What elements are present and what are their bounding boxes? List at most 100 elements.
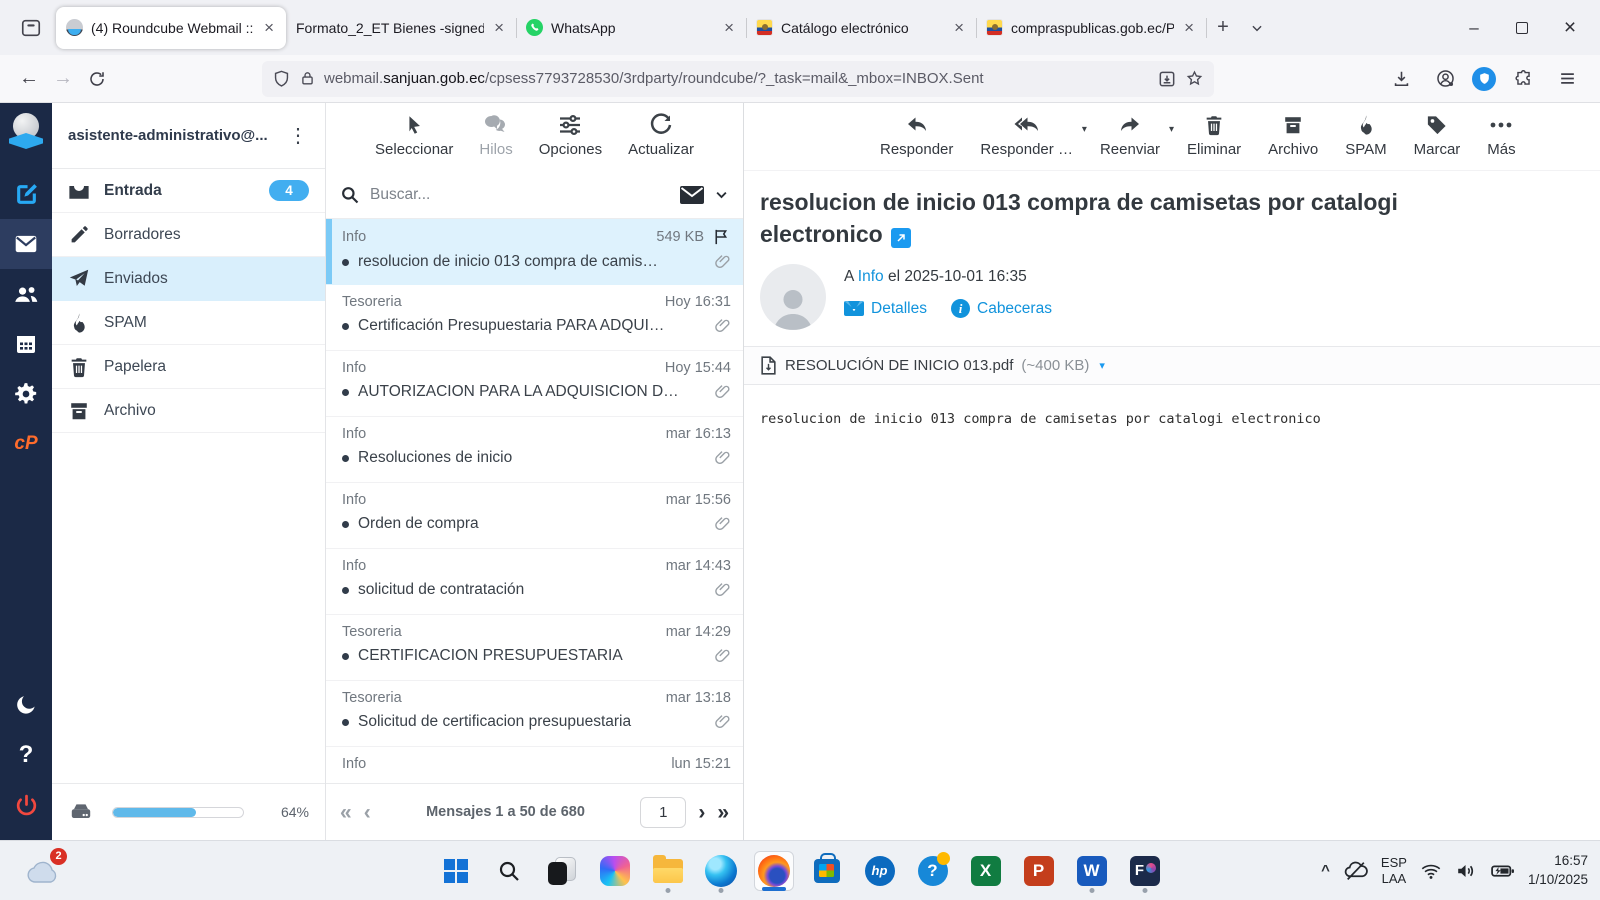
window-close-button[interactable]: × bbox=[1546, 0, 1594, 55]
extensions-puzzle-icon[interactable] bbox=[1506, 62, 1540, 96]
dark-mode-moon-icon[interactable] bbox=[0, 680, 52, 730]
tab-close-icon[interactable]: × bbox=[492, 18, 506, 38]
help-icon[interactable]: ? bbox=[0, 730, 52, 780]
downloads-icon[interactable] bbox=[1384, 62, 1418, 96]
folder-item-borradores[interactable]: Borradores bbox=[52, 213, 325, 257]
new-tab-button[interactable]: + bbox=[1206, 11, 1240, 45]
message-list-item[interactable]: Infolun 15:21 bbox=[326, 747, 743, 783]
clock[interactable]: 16:571/10/2025 bbox=[1528, 852, 1588, 888]
taskbar-app-store[interactable] bbox=[807, 851, 847, 891]
cpanel-icon[interactable]: cP bbox=[0, 419, 52, 469]
taskbar-app-firmaec[interactable]: F bbox=[1125, 851, 1165, 891]
folder-item-enviados[interactable]: Enviados bbox=[52, 257, 325, 301]
calendar-nav-icon[interactable] bbox=[0, 319, 52, 369]
browser-tab[interactable]: WhatsApp× bbox=[516, 7, 746, 49]
lock-icon[interactable] bbox=[299, 70, 316, 87]
folder-item-archivo[interactable]: Archivo bbox=[52, 389, 325, 433]
responder--button[interactable]: ▾Responder … bbox=[980, 112, 1073, 170]
taskbar-app-get-help[interactable]: ? bbox=[913, 851, 953, 891]
taskbar-app-firefox[interactable] bbox=[754, 851, 794, 891]
attachment-menu-caret-icon[interactable]: ▾ bbox=[1099, 359, 1105, 372]
last-page-button[interactable]: » bbox=[717, 802, 729, 823]
address-bar[interactable]: webmail.sanjuan.gob.ec/cpsess7793728530/… bbox=[262, 61, 1214, 97]
dropdown-caret-icon[interactable]: ▾ bbox=[1169, 124, 1174, 135]
spam-button[interactable]: SPAM bbox=[1345, 112, 1386, 170]
responder-button[interactable]: Responder bbox=[880, 112, 953, 170]
headers-toggle[interactable]: i Cabeceras bbox=[951, 299, 1052, 318]
volume-icon[interactable] bbox=[1455, 860, 1477, 882]
message-list-item[interactable]: Info549 KBresolucion de inicio 013 compr… bbox=[326, 219, 743, 285]
taskbar-app-copilot[interactable] bbox=[595, 851, 635, 891]
message-list-item[interactable]: Tesoreriamar 14:29CERTIFICACION PRESUPUE… bbox=[326, 615, 743, 681]
tab-close-icon[interactable]: × bbox=[722, 18, 736, 38]
taskbar-app-task-view[interactable] bbox=[542, 851, 582, 891]
save-page-icon[interactable] bbox=[1157, 69, 1177, 89]
tab-close-icon[interactable]: × bbox=[952, 18, 966, 38]
battery-icon[interactable] bbox=[1490, 858, 1515, 883]
search-input[interactable] bbox=[370, 186, 670, 204]
message-list-item[interactable]: Tesoreriamar 13:18Solicitud de certifica… bbox=[326, 681, 743, 747]
message-list-item[interactable]: Infomar 14:43solicitud de contratación bbox=[326, 549, 743, 615]
taskbar-app-search[interactable] bbox=[489, 851, 529, 891]
list-all-tabs-icon[interactable] bbox=[1240, 11, 1274, 45]
bookmark-star-icon[interactable] bbox=[1185, 69, 1204, 88]
browser-tab[interactable]: Formato_2_ET Bienes -signed-× bbox=[286, 7, 516, 49]
language-indicator[interactable]: ESPLAA bbox=[1381, 855, 1407, 886]
window-minimize-button[interactable]: – bbox=[1450, 0, 1498, 55]
contacts-nav-icon[interactable] bbox=[0, 269, 52, 319]
tab-close-icon[interactable]: × bbox=[262, 18, 276, 38]
dropdown-caret-icon[interactable]: ▾ bbox=[1082, 124, 1087, 135]
browser-tab[interactable]: Catálogo electrónico× bbox=[746, 7, 976, 49]
attachment-bar[interactable]: RESOLUCIÓN DE INICIO 013.pdf (~400 KB) ▾ bbox=[744, 346, 1600, 385]
details-toggle[interactable]: Detalles bbox=[844, 300, 927, 318]
seleccionar-button[interactable]: Seleccionar bbox=[375, 112, 453, 171]
account-menu-kebab-icon[interactable]: ⋮ bbox=[282, 123, 315, 148]
flag-icon[interactable] bbox=[712, 228, 731, 246]
browser-tab[interactable]: compraspublicas.gob.ec/P× bbox=[976, 7, 1206, 49]
first-page-button[interactable]: « bbox=[340, 802, 352, 823]
message-list-item[interactable]: Infomar 16:13Resoluciones de inicio bbox=[326, 417, 743, 483]
page-number-input[interactable]: 1 bbox=[640, 797, 686, 828]
marcar-button[interactable]: Marcar bbox=[1414, 112, 1461, 170]
opciones-button[interactable]: Opciones bbox=[539, 112, 602, 171]
account-icon[interactable] bbox=[1428, 62, 1462, 96]
eliminar-button[interactable]: Eliminar bbox=[1187, 112, 1241, 170]
message-list-item[interactable]: Infomar 15:56Orden de compra bbox=[326, 483, 743, 549]
tracking-shield-icon[interactable] bbox=[272, 69, 291, 88]
search-bar[interactable] bbox=[326, 171, 743, 219]
menu-hamburger-icon[interactable] bbox=[1550, 62, 1584, 96]
reload-button[interactable] bbox=[80, 62, 114, 96]
widgets-button[interactable]: 2 bbox=[26, 858, 60, 884]
settings-gear-icon[interactable] bbox=[0, 369, 52, 419]
archivo-button[interactable]: Archivo bbox=[1268, 112, 1318, 170]
más-button[interactable]: Más bbox=[1487, 112, 1515, 170]
taskbar-app-file-explorer[interactable] bbox=[648, 851, 688, 891]
previous-page-button[interactable]: ‹ bbox=[364, 802, 371, 823]
folder-item-entrada[interactable]: Entrada4 bbox=[52, 169, 325, 213]
taskbar-app-hp[interactable]: hp bbox=[860, 851, 900, 891]
tab-close-icon[interactable]: × bbox=[1182, 18, 1196, 38]
taskbar-app-start[interactable] bbox=[436, 851, 476, 891]
mail-nav-icon[interactable] bbox=[0, 219, 52, 269]
taskbar-app-powerpoint[interactable]: P bbox=[1019, 851, 1059, 891]
forward-button[interactable]: → bbox=[46, 62, 80, 96]
message-list-item[interactable]: InfoHoy 15:44AUTORIZACION PARA LA ADQUIS… bbox=[326, 351, 743, 417]
taskbar-app-word[interactable]: W bbox=[1072, 851, 1112, 891]
search-options-chevron-icon[interactable] bbox=[714, 187, 729, 202]
extension-shield-icon[interactable] bbox=[1472, 67, 1496, 91]
compose-button[interactable] bbox=[0, 169, 52, 219]
open-in-new-window-icon[interactable] bbox=[891, 228, 911, 248]
back-button[interactable]: ← bbox=[12, 62, 46, 96]
folder-item-spam[interactable]: SPAM bbox=[52, 301, 325, 345]
hilos-button[interactable]: Hilos bbox=[479, 112, 512, 171]
recipient-link[interactable]: Info bbox=[858, 268, 884, 285]
firefox-view-icon[interactable] bbox=[12, 9, 50, 47]
reenviar-button[interactable]: ▾Reenviar bbox=[1100, 112, 1160, 170]
taskbar-app-edge[interactable] bbox=[701, 851, 741, 891]
browser-tab[interactable]: (4) Roundcube Webmail ::× bbox=[56, 7, 286, 49]
logout-power-icon[interactable] bbox=[0, 780, 52, 830]
attachment-name[interactable]: RESOLUCIÓN DE INICIO 013.pdf bbox=[785, 357, 1013, 374]
actualizar-button[interactable]: Actualizar bbox=[628, 112, 694, 171]
wifi-icon[interactable] bbox=[1420, 860, 1442, 882]
tray-overflow-chevron-icon[interactable]: ^ bbox=[1321, 862, 1330, 879]
